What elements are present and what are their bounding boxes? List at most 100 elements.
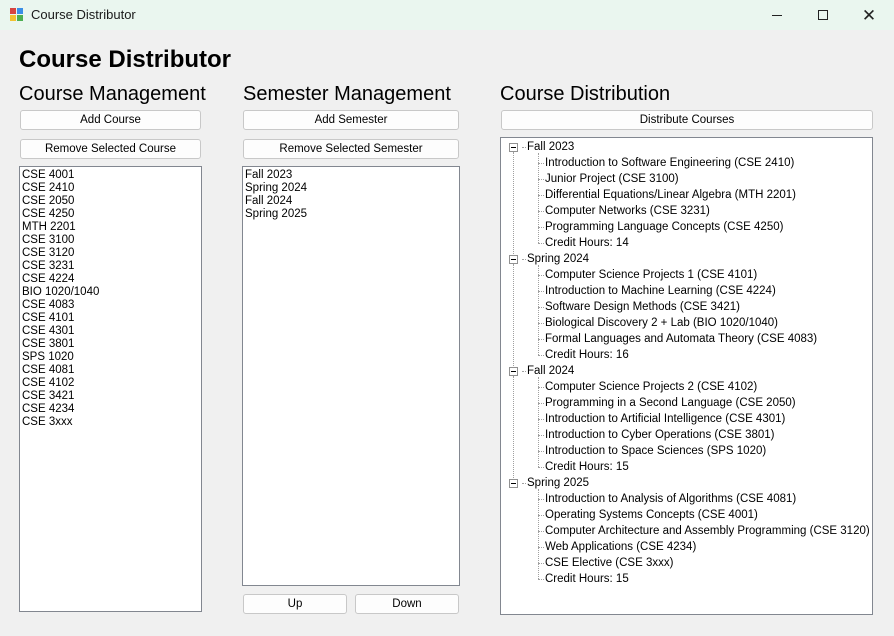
tree-node-item[interactable]: Introduction to Space Sciences (SPS 1020…	[538, 443, 766, 459]
tree-node-item[interactable]: Computer Architecture and Assembly Progr…	[538, 523, 870, 539]
tree-node-label: Differential Equations/Linear Algebra (M…	[545, 189, 797, 201]
course-list-item[interactable]: CSE 4234	[22, 403, 199, 416]
tree-connector	[513, 376, 514, 478]
tree-node-semester[interactable]: Fall 2024	[509, 363, 574, 379]
tree-node-item[interactable]: Operating Systems Concepts (CSE 4001)	[538, 507, 758, 523]
tree-connector	[538, 377, 539, 467]
page-title: Course Distributor	[19, 46, 232, 73]
tree-node-item[interactable]: Credit Hours: 15	[538, 459, 629, 475]
course-list-item[interactable]: CSE 4250	[22, 208, 199, 221]
tree-node-label: Computer Science Projects 1 (CSE 4101)	[545, 269, 758, 281]
course-list-item[interactable]: MTH 2201	[22, 221, 199, 234]
collapse-icon[interactable]	[509, 142, 518, 152]
tree-node-item[interactable]: Web Applications (CSE 4234)	[538, 539, 696, 555]
course-list-item[interactable]: CSE 4001	[22, 169, 199, 182]
course-list-item[interactable]: CSE 4083	[22, 299, 199, 312]
course-list-item[interactable]: CSE 3120	[22, 247, 199, 260]
tree-node-item[interactable]: CSE Elective (CSE 3xxx)	[538, 555, 673, 571]
tree-node-item[interactable]: Computer Science Projects 1 (CSE 4101)	[538, 267, 757, 283]
tree-node-label: Operating Systems Concepts (CSE 4001)	[545, 509, 758, 521]
down-button[interactable]: Down	[355, 594, 459, 614]
title-bar: Course Distributor ✕	[0, 0, 894, 30]
remove-semester-button[interactable]: Remove Selected Semester	[243, 139, 459, 159]
tree-node-label: Web Applications (CSE 4234)	[545, 541, 697, 553]
tree-node-label: Credit Hours: 16	[545, 349, 629, 361]
tree-node-label: Introduction to Analysis of Algorithms (…	[545, 493, 797, 505]
tree-connector	[538, 265, 539, 355]
semester-list-item[interactable]: Spring 2025	[245, 208, 457, 221]
tree-node-item[interactable]: Junior Project (CSE 3100)	[538, 171, 679, 187]
course-list-item[interactable]: CSE 2410	[22, 182, 199, 195]
tree-node-item[interactable]: Differential Equations/Linear Algebra (M…	[538, 187, 796, 203]
course-list-item[interactable]: CSE 4102	[22, 377, 199, 390]
tree-node-item[interactable]: Biological Discovery 2 + Lab (BIO 1020/1…	[538, 315, 778, 331]
tree-node-item[interactable]: Computer Science Projects 2 (CSE 4102)	[538, 379, 757, 395]
semester-list-item[interactable]: Fall 2024	[245, 195, 457, 208]
tree-node-label: Introduction to Artificial Intelligence …	[545, 413, 786, 425]
tree-node-label: Biological Discovery 2 + Lab (BIO 1020/1…	[545, 317, 779, 329]
tree-connector	[522, 258, 526, 260]
course-list-item[interactable]: CSE 4224	[22, 273, 199, 286]
semester-list-item[interactable]: Fall 2023	[245, 169, 457, 182]
tree-node-label: Junior Project (CSE 3100)	[545, 173, 679, 185]
tree-node-item[interactable]: Introduction to Analysis of Algorithms (…	[538, 491, 796, 507]
tree-node-label: Software Design Methods (CSE 3421)	[545, 301, 740, 313]
collapse-icon[interactable]	[509, 366, 518, 376]
course-list-item[interactable]: CSE 3421	[22, 390, 199, 403]
tree-node-label: Programming Language Concepts (CSE 4250)	[545, 221, 784, 233]
course-list-item[interactable]: CSE 4081	[22, 364, 199, 377]
distribution-treeview[interactable]: Fall 2023 Introduction to Software Engine…	[500, 137, 873, 615]
course-list-item[interactable]: CSE 3231	[22, 260, 199, 273]
course-list-item[interactable]: CSE 2050	[22, 195, 199, 208]
semester-management-title: Semester Management	[243, 83, 451, 105]
distribute-courses-button[interactable]: Distribute Courses	[501, 110, 873, 130]
course-listbox[interactable]: CSE 4001 CSE 2410 CSE 2050 CSE 4250 MTH 2201…	[19, 166, 202, 612]
tree-node-item[interactable]: Software Design Methods (CSE 3421)	[538, 299, 740, 315]
course-list-item[interactable]: CSE 3801	[22, 338, 199, 351]
course-list-item[interactable]: CSE 3100	[22, 234, 199, 247]
course-management-title: Course Management	[19, 83, 206, 105]
tree-node-label: Spring 2025	[527, 477, 590, 489]
tree-connector	[513, 264, 514, 366]
tree-node-semester[interactable]: Fall 2023	[509, 139, 574, 155]
tree-node-label: Fall 2024	[527, 365, 575, 377]
minimize-icon	[772, 14, 782, 16]
remove-course-button[interactable]: Remove Selected Course	[20, 139, 201, 159]
tree-node-item[interactable]: Programming in a Second Language (CSE 20…	[538, 395, 796, 411]
tree-node-label: Introduction to Cyber Operations (CSE 38…	[545, 429, 775, 441]
tree-node-item[interactable]: Introduction to Software Engineering (CS…	[538, 155, 794, 171]
tree-node-item[interactable]: Computer Networks (CSE 3231)	[538, 203, 710, 219]
tree-node-semester[interactable]: Spring 2025	[509, 475, 589, 491]
maximize-button[interactable]	[800, 0, 846, 30]
tree-node-label: Computer Architecture and Assembly Progr…	[545, 525, 870, 537]
semester-list-item[interactable]: Spring 2024	[245, 182, 457, 195]
tree-node-item[interactable]: Formal Languages and Automata Theory (CS…	[538, 331, 817, 347]
tree-node-item[interactable]: Programming Language Concepts (CSE 4250)	[538, 219, 783, 235]
tree-connector	[522, 370, 526, 372]
course-list-item[interactable]: BIO 1020/1040	[22, 286, 199, 299]
collapse-icon[interactable]	[509, 478, 518, 488]
course-list-item[interactable]: CSE 4301	[22, 325, 199, 338]
course-list-item[interactable]: CSE 4101	[22, 312, 199, 325]
window-title: Course Distributor	[31, 7, 136, 22]
collapse-icon[interactable]	[509, 254, 518, 264]
course-list-item[interactable]: SPS 1020	[22, 351, 199, 364]
add-course-button[interactable]: Add Course	[20, 110, 201, 130]
minimize-button[interactable]	[754, 0, 800, 30]
tree-node-semester[interactable]: Spring 2024	[509, 251, 589, 267]
tree-node-item[interactable]: Credit Hours: 14	[538, 235, 629, 251]
course-list-item[interactable]: CSE 3xxx	[22, 416, 199, 429]
tree-connector	[513, 152, 514, 254]
add-semester-button[interactable]: Add Semester	[243, 110, 459, 130]
close-button[interactable]: ✕	[846, 0, 892, 30]
tree-node-item[interactable]: Credit Hours: 16	[538, 347, 629, 363]
tree-node-label: Introduction to Machine Learning (CSE 42…	[545, 285, 776, 297]
tree-node-item[interactable]: Introduction to Machine Learning (CSE 42…	[538, 283, 776, 299]
tree-node-label: Credit Hours: 14	[545, 237, 629, 249]
tree-node-item[interactable]: Introduction to Artificial Intelligence …	[538, 411, 785, 427]
tree-node-item[interactable]: Introduction to Cyber Operations (CSE 38…	[538, 427, 774, 443]
tree-node-item[interactable]: Credit Hours: 15	[538, 571, 629, 587]
tree-node-label: Spring 2024	[527, 253, 590, 265]
up-button[interactable]: Up	[243, 594, 347, 614]
semester-listbox[interactable]: Fall 2023 Spring 2024 Fall 2024 Spring 2025	[242, 166, 460, 586]
